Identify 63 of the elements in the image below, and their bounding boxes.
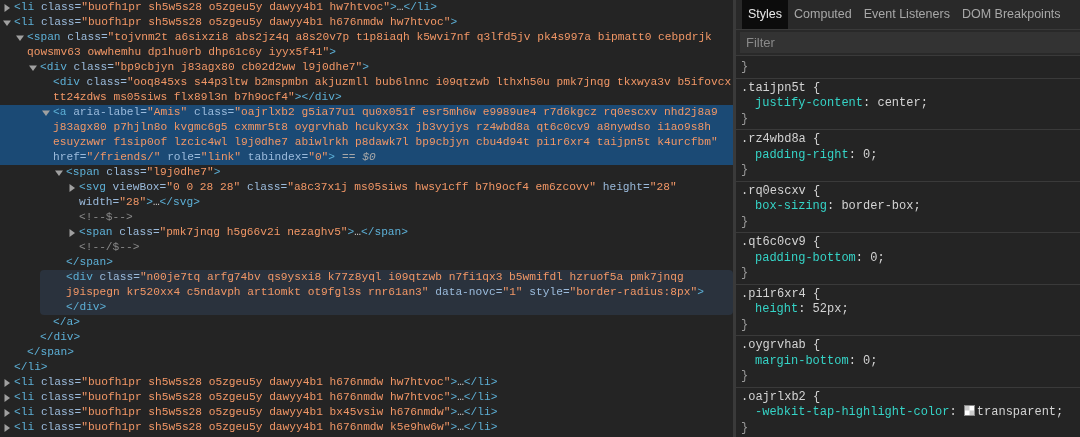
css-declaration: padding-bottom: 0; — [754, 250, 886, 266]
panel-tab[interactable]: Styles — [742, 0, 789, 29]
expand-arrow-icon[interactable] — [3, 378, 11, 387]
code-line: </div> — [66, 300, 108, 315]
expand-arrow-icon[interactable] — [3, 408, 11, 417]
code-line: <span class="pmk7jnqg h5g66v2i nezaghv5">…</span> — [79, 225, 410, 240]
code-line: </a> — [53, 315, 81, 330]
css-selector: .taijpn5t { — [741, 80, 822, 96]
code-line: <li class="buofh1pr sh5w5s28 o5zgeu5y dawyy4b1 h676nmdw hw7htvoc"> — [14, 15, 459, 30]
expand-arrow-icon[interactable] — [3, 3, 11, 12]
css-selector: .oajrlxb2 { — [741, 389, 822, 405]
code-line: </span> — [27, 345, 75, 360]
code-line: <div class="bp9cbjyn j83agx80 cb02d2ww l9j0dhe7"> — [40, 60, 370, 75]
filter-field[interactable]: Filter — [740, 32, 1080, 53]
collapse-arrow-icon[interactable] — [16, 33, 24, 42]
closing-brace: } — [741, 214, 749, 230]
collapse-arrow-icon[interactable] — [42, 108, 50, 117]
code-line: <svg viewBox="0 0 28 28" class="a8c37x1j ms05siws hwsy1cff b7h9ocf4 em6zcovv" height="28" width="28">…</svg> — [79, 180, 678, 210]
code-line: <li class="buofh1pr sh5w5s28 o5zgeu5y dawyy4b1 bx45vsiw h676nmdw">…</li> — [14, 405, 499, 420]
hovered-row[interactable]: <div class="n00je7tq arfg74bv qs9ysxi8 k77z8yql i09qtzwb n7fi1qx3 b5wmifdl hzruof5a pmk7jnqg j9ispegn kr520xx4 c5ndavph art1omkt ot9fgl3s rnr61an3" data-novc="1" style="border-radius:8px"> </div> — [40, 270, 733, 315]
collapse-arrow-icon[interactable] — [55, 168, 63, 177]
color-swatch-icon[interactable] — [963, 405, 975, 416]
css-selector: .rz4wbd8a { — [741, 132, 822, 148]
css-selector: .qt6c0cv9 { — [741, 235, 822, 251]
closing-brace: } — [741, 60, 749, 76]
code-line: <a aria-label="Amis" class="oajrlxb2 g5ia77u1 qu0x051f esr5mh6w e9989ue4 r7d6kgcz rq0escxv nhd2j8a9 j83agx80 p7hjln8o kvgmc6g5 cxmmr5t8 oygrvhab hcukyx3x jb3vyjys rz4wbd8a qt6c0cv9 a8nywdso i1ao9s8h esuyzwwr f1sip0of lzcic4wl l9j0dhe7 abiwlrkh p8dawk7l bp9cbjyn cbu4d94t pi1r6xr4 taijpn5t k4urcfbm" href="/friends/" role="link" tabindex="0"> == $0 — [53, 105, 719, 165]
panel-tab[interactable]: Computed — [788, 0, 858, 29]
panel-tab[interactable]: DOM Breakpoints — [955, 0, 1067, 29]
closing-brace: } — [741, 420, 749, 436]
code-line: <!--/$--> — [79, 240, 141, 255]
expand-arrow-icon[interactable] — [68, 183, 76, 192]
code-line: <li class="buofh1pr sh5w5s28 o5zgeu5y dawyy4b1 h676nmdw k5e9hw6w">…</li> — [14, 420, 499, 435]
code-line: </div> — [40, 330, 82, 345]
css-declaration: -webkit-tap-highlight-color: transparent; — [754, 405, 1065, 421]
css-declaration: margin-bottom: 0; — [754, 353, 879, 369]
closing-brace: } — [741, 111, 749, 127]
code-line: <li class="buofh1pr sh5w5s28 o5zgeu5y dawyy4b1 h676nmdw hw7htvoc">…</li> — [14, 390, 499, 405]
code-line: <!--$--> — [79, 210, 134, 225]
panel-tab[interactable]: Event Listeners — [857, 0, 956, 29]
css-declaration: padding-right: 0; — [754, 147, 879, 163]
code-line: <div class="n00je7tq arfg74bv qs9ysxi8 k77z8yql i09qtzwb n7fi1qx3 b5wmifdl hzruof5a pmk7jnqg j9ispegn kr520xx4 c5ndavph art1omkt ot9fgl3s rnr61an3" data-novc="1" style="border-radius:8px"> — [66, 270, 705, 300]
css-selector: .rq0escxv { — [741, 183, 822, 199]
expand-arrow-icon[interactable] — [3, 393, 11, 402]
code-line: <li class="buofh1pr sh5w5s28 o5zgeu5y dawyy4b1 hw7htvoc">…</li> — [14, 0, 438, 15]
css-selector: .oygrvhab { — [741, 338, 822, 354]
collapse-arrow-icon[interactable] — [29, 63, 37, 72]
expand-arrow-icon[interactable] — [3, 423, 11, 432]
code-line: <span class="l9j0dhe7"> — [66, 165, 222, 180]
code-line: <span class="tojvnm2t a6sixzi8 abs2jz4q a8s20v7p t1p8iaqh k5wvi7nf q3lfd5jv pk4s997a bipmatt0 cebpdrjk qowsmv63 owwhemhu dp1hu0rb dhp61c6y iyyx5f41"> — [27, 30, 713, 60]
closing-brace: } — [741, 369, 749, 385]
code-line: </li> — [14, 360, 49, 375]
code-line: </span> — [66, 255, 114, 270]
expand-arrow-icon[interactable] — [68, 228, 76, 237]
css-declaration: height: 52px; — [754, 302, 850, 318]
closing-brace: } — [741, 266, 749, 282]
code-line: <li class="buofh1pr sh5w5s28 o5zgeu5y dawyy4b1 h676nmdw hw7htvoc">…</li> — [14, 375, 499, 390]
closing-brace: } — [741, 317, 749, 333]
css-declaration: box-sizing: border-box; — [754, 199, 922, 215]
code-line: <div class="ooq845xs s44p3ltw b2mspmbn akjuzmll bub6lnnc i09qtzwb lthxh50u pmk7jnqg tkxwya3v b5ifovcx tt24zdws ms05siws flx89l3n b7h9ocf4"></div> — [53, 75, 733, 105]
collapse-arrow-icon[interactable] — [3, 18, 11, 27]
closing-brace: } — [741, 163, 749, 179]
css-selector: .pi1r6xr4 { — [741, 286, 822, 302]
css-declaration: justify-content: center; — [754, 96, 929, 112]
